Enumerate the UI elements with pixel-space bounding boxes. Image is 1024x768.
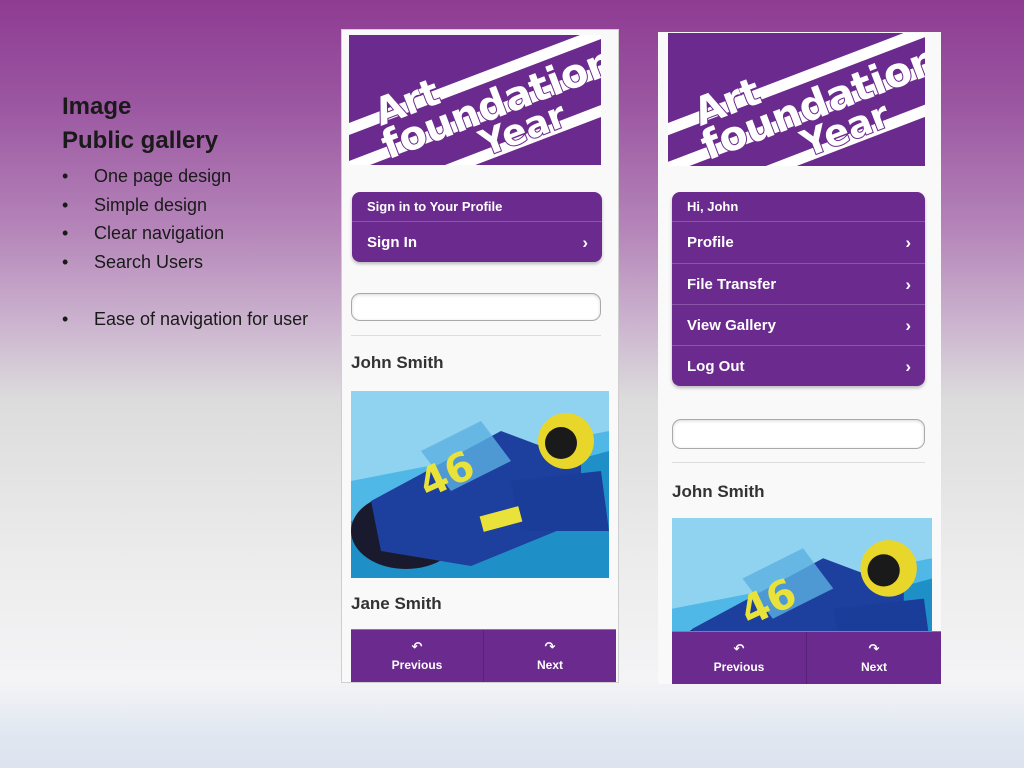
bullet-item: Ease of navigation for user [62,305,332,334]
sign-in-panel: Sign in to Your Profile Sign In › [352,192,602,262]
next-label: Next [860,660,887,674]
next-button[interactable]: ↷ Next [807,632,941,684]
gallery-image[interactable]: 46 [351,391,609,578]
footer-nav: ↶ Previous ↷ Next [672,631,941,684]
user-name-heading: Jane Smith [351,594,442,613]
divider [672,462,925,463]
search-input[interactable] [351,293,601,321]
menu-item-file-transfer[interactable]: File Transfer › [672,263,925,304]
slide-heading: Image Public gallery [62,90,332,158]
redo-arrow-icon: ↷ [868,641,880,656]
bullet-item: Simple design [62,191,332,220]
user-name-heading: John Smith [672,482,765,501]
next-label: Next [536,658,563,672]
chevron-right-icon: › [905,233,911,252]
chevron-right-icon: › [905,315,911,335]
bullet-item: Clear navigation [62,219,332,248]
previous-button[interactable]: ↶ Previous [672,632,807,684]
phone-mockup-signed-out: Art foundation Year Sign in to Your Prof… [341,29,619,683]
heading-line-2: Public gallery [62,127,219,154]
divider [351,335,601,336]
menu-item-profile[interactable]: Profile › [672,222,925,263]
menu-item-label: File Transfer [687,275,777,293]
art-foundation-year-logo: Art foundation Year [668,33,925,166]
search-input[interactable] [672,419,925,449]
heading-line-1: Image [62,93,132,120]
chevron-right-icon: › [905,274,911,294]
next-button[interactable]: ↷ Next [484,630,616,682]
redo-arrow-icon: ↷ [544,639,556,654]
sign-in-button[interactable]: Sign In › [352,222,602,262]
panel-header: Hi, John [672,192,925,222]
user-menu-panel: Hi, John Profile › File Transfer › View … [672,192,925,386]
menu-item-label: View Gallery [687,316,776,334]
bullet-item: One page design [62,162,332,191]
menu-item-view-gallery[interactable]: View Gallery › [672,304,925,345]
chevron-right-icon: › [905,356,911,376]
chevron-right-icon: › [582,232,588,252]
user-name-heading: John Smith [351,353,444,372]
panel-header: Sign in to Your Profile [352,192,602,222]
bullet-item: Search Users [62,248,332,277]
previous-button[interactable]: ↶ Previous [351,630,484,682]
menu-item-log-out[interactable]: Log Out › [672,345,925,386]
slide-text-block: Image Public gallery One page design Sim… [62,90,332,334]
previous-label: Previous [713,660,765,674]
footer-nav: ↶ Previous ↷ Next [351,629,616,682]
gallery-image[interactable]: 46 [672,518,932,638]
feature-bullet-list: One page design Simple design Clear navi… [62,162,332,334]
menu-item-label: Log Out [687,357,745,375]
menu-item-label: Profile [687,234,734,251]
undo-arrow-icon: ↶ [411,639,423,654]
sign-in-label: Sign In [367,233,417,251]
phone-mockup-signed-in: Art foundation Year Hi, John Profile › F… [658,32,941,684]
undo-arrow-icon: ↶ [733,641,745,656]
art-foundation-year-logo: Art foundation Year [349,35,601,165]
previous-label: Previous [391,658,443,672]
